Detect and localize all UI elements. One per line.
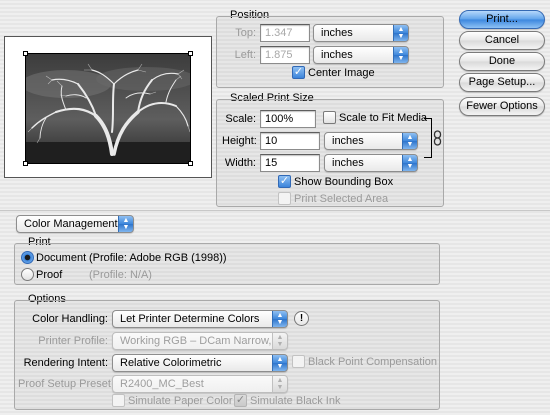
popup-arrows-icon: ▲ ▼ [393, 25, 408, 41]
scale-to-fit-label: Scale to Fit Media [339, 112, 428, 124]
center-image-label: Center Image [308, 67, 375, 79]
print-selected-area-label: Print Selected Area [294, 193, 389, 205]
done-button[interactable]: Done [459, 52, 545, 71]
color-management-select[interactable]: Color Management ▲ ▼ [16, 215, 134, 233]
scale-field[interactable]: 100% [260, 110, 316, 128]
print-selected-area-checkbox[interactable] [278, 192, 291, 205]
black-point-compensation-label: Black Point Compensation [308, 356, 438, 368]
chain-link-icon[interactable] [433, 130, 442, 146]
cancel-button[interactable]: Cancel [459, 31, 545, 50]
simulate-black-ink-label: Simulate Black Ink [250, 395, 341, 407]
width-field[interactable]: 15 [260, 154, 320, 172]
popup-arrows-icon: ▲ ▼ [272, 355, 287, 371]
resize-handle-bottom-right[interactable] [188, 161, 193, 166]
bounding-box[interactable] [25, 53, 191, 164]
resize-handle-bottom-left[interactable] [23, 161, 28, 166]
print-source-group [14, 243, 440, 285]
width-label: Width: [224, 157, 256, 169]
scale-label: Scale: [225, 113, 256, 125]
simulate-paper-color-checkbox[interactable] [112, 394, 125, 407]
proof-setup-preset-select[interactable]: R2400_MC_Best ▲ ▼ [112, 375, 288, 393]
print-button[interactable]: Print... [459, 10, 545, 29]
printer-profile-select[interactable]: Working RGB – DCam Narrow, ... ▲ ▼ [112, 332, 288, 350]
proof-radio[interactable] [21, 268, 34, 281]
height-unit-select[interactable]: inches ▲ ▼ [324, 132, 418, 150]
popup-arrows-icon: ▲ ▼ [393, 47, 408, 63]
center-image-checkbox[interactable]: ✓ [292, 66, 305, 79]
popup-arrows-icon: ▲ ▼ [272, 376, 287, 392]
color-handling-select[interactable]: Let Printer Determine Colors ▲ ▼ [112, 310, 288, 328]
left-field[interactable]: 1.875 [260, 46, 310, 64]
color-handling-label: Color Handling: [32, 313, 108, 325]
divider [0, 210, 550, 211]
document-profile: (Profile: Adobe RGB (1998)) [89, 252, 227, 264]
show-bounding-box-checkbox[interactable]: ✓ [278, 175, 291, 188]
document-radio[interactable] [21, 251, 34, 264]
popup-arrows-icon: ▲ ▼ [118, 216, 133, 232]
popup-arrows-icon: ▲ ▼ [402, 133, 417, 149]
fewer-options-button[interactable]: Fewer Options [459, 97, 545, 116]
rendering-intent-label: Rendering Intent: [23, 357, 108, 369]
resize-handle-top-left[interactable] [23, 51, 28, 56]
popup-arrows-icon: ▲ ▼ [272, 333, 287, 349]
height-label: Height: [222, 135, 257, 147]
simulate-black-ink-checkbox[interactable]: ✓ [234, 394, 247, 407]
width-unit-select[interactable]: inches ▲ ▼ [324, 154, 418, 172]
link-bracket [424, 118, 432, 158]
warning-info-icon[interactable]: ! [294, 311, 309, 326]
print-preview [4, 36, 212, 178]
top-unit-select[interactable]: inches ▲ ▼ [313, 24, 409, 42]
proof-profile: (Profile: N/A) [89, 269, 152, 281]
photo-tree-image [26, 54, 190, 163]
show-bounding-box-label: Show Bounding Box [294, 176, 394, 188]
popup-arrows-icon: ▲ ▼ [272, 311, 287, 327]
height-field[interactable]: 10 [260, 132, 320, 150]
left-unit-select[interactable]: inches ▲ ▼ [313, 46, 409, 64]
popup-arrows-icon: ▲ ▼ [402, 155, 417, 171]
proof-setup-preset-label: Proof Setup Preset: [18, 378, 114, 390]
top-label: Top: [235, 27, 256, 39]
left-label: Left: [234, 49, 256, 61]
black-point-compensation-checkbox[interactable] [292, 355, 305, 368]
printer-profile-label: Printer Profile: [38, 335, 108, 347]
scale-to-fit-checkbox[interactable] [323, 111, 336, 124]
top-field[interactable]: 1.347 [260, 24, 310, 42]
proof-label: Proof [36, 269, 63, 281]
document-label: Document [36, 252, 87, 264]
simulate-paper-color-label: Simulate Paper Color [128, 395, 233, 407]
page-setup-button[interactable]: Page Setup... [459, 73, 545, 92]
resize-handle-top-right[interactable] [188, 51, 193, 56]
rendering-intent-select[interactable]: Relative Colorimetric ▲ ▼ [112, 354, 288, 372]
